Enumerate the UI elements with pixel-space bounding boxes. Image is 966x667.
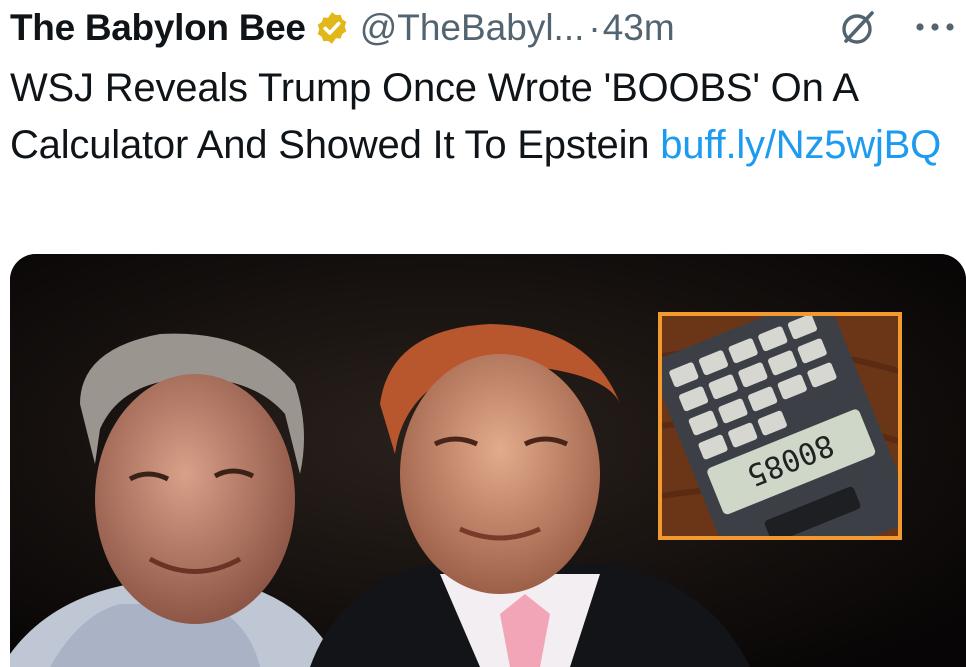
tweet-link[interactable]: buff.ly/​Nz5wjBQ — [660, 123, 941, 167]
calculator-inset: 80085 — [658, 312, 902, 540]
tweet-media-image[interactable]: 80085 — [10, 254, 966, 667]
tweet-header: The Babylon Bee @TheBabyl... · 43m — [10, 0, 960, 56]
grok-icon[interactable] — [838, 8, 878, 48]
calculator-icon: 80085 — [662, 316, 898, 536]
author-handle[interactable]: @TheBabyl... — [360, 7, 585, 49]
verified-badge-icon — [317, 12, 346, 44]
more-icon[interactable] — [912, 12, 958, 42]
left-person-face — [95, 374, 295, 624]
meta-separator: · — [588, 7, 601, 48]
tweet-text: WSJ Reveals Trump Once Wrote 'BOOBS' On … — [10, 60, 955, 174]
author-name[interactable]: The Babylon Bee — [10, 7, 306, 49]
right-person-face — [400, 354, 600, 594]
tweet-timestamp[interactable]: 43m — [603, 7, 675, 49]
